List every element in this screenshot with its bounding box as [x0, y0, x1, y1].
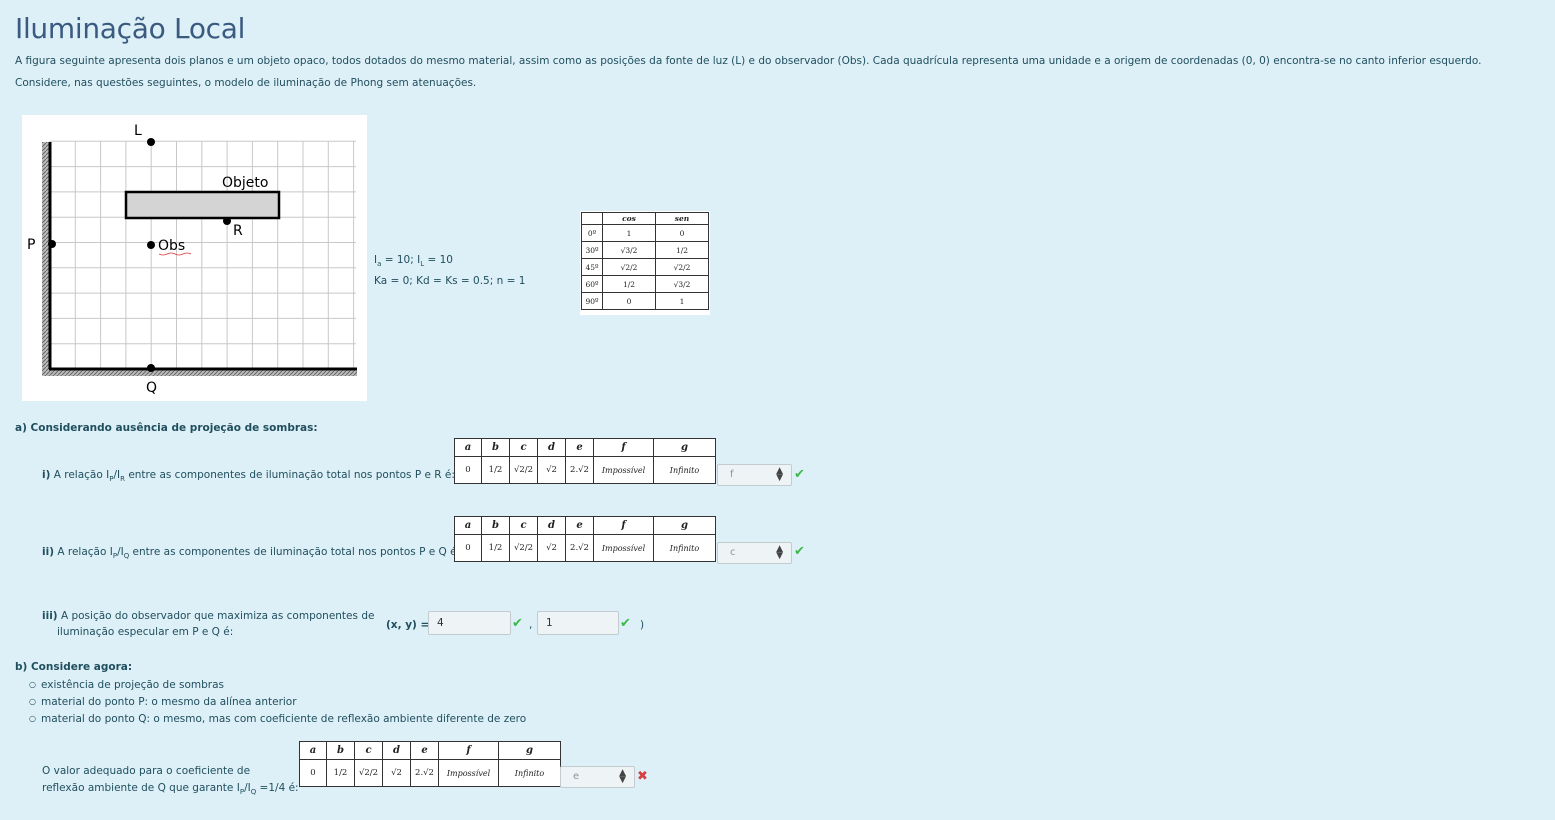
option-value: √2: [537, 534, 566, 562]
option-value: Impossível: [593, 534, 654, 562]
cross-icon: ✖: [637, 769, 648, 784]
question-ii: ii) A relação IP/IQ entre as componentes…: [42, 546, 461, 561]
y-input[interactable]: 1: [537, 611, 619, 635]
option-letter: a: [454, 516, 482, 535]
check-icon: ✔: [512, 616, 523, 631]
answer-select-i[interactable]: f ▲ ▼: [717, 464, 792, 486]
option-value: Impossível: [593, 456, 654, 484]
trig-table: cos sen 0º 1 0 30º √3/2 1/2 45º √2/2 √2/2 60º 1…: [580, 211, 710, 315]
option-value: Impossível: [438, 759, 499, 787]
trig-row: 45º √2/2 √2/2: [581, 258, 709, 276]
option-value: √2: [537, 456, 566, 484]
params-line-1: Ia = 10; IL = 10: [374, 254, 453, 269]
option-letter: g: [498, 741, 561, 760]
option-value: √2: [382, 759, 411, 787]
x-input[interactable]: 4: [428, 611, 511, 635]
option-letter: g: [653, 438, 716, 457]
intro-line-2: Considere, nas questões seguintes, o mod…: [15, 77, 477, 89]
option-letter: b: [326, 741, 355, 760]
option-letter: a: [299, 741, 327, 760]
question-b: O valor adequado para o coeficiente de r…: [42, 765, 299, 797]
scene-figure: L P Q R Obs Objeto: [22, 115, 367, 401]
option-value: √2/2: [509, 456, 538, 484]
option-letter: c: [509, 438, 538, 457]
point-q: [147, 364, 155, 372]
label-objeto: Objeto: [222, 175, 268, 191]
option-letter: b: [481, 516, 510, 535]
option-value: 2.√2: [565, 456, 594, 484]
light-point: [147, 138, 155, 146]
trig-row: 90º 0 1: [581, 292, 709, 310]
check-icon: ✔: [794, 544, 805, 559]
label-q: Q: [146, 380, 157, 396]
params-line-2: Ka = 0; Kd = Ks = 0.5; n = 1: [374, 275, 526, 288]
option-letter: g: [653, 516, 716, 535]
xy-close: ): [640, 619, 645, 631]
trig-row: 0º 1 0: [581, 224, 709, 242]
list-item: material do ponto Q: o mesmo, mas com co…: [29, 711, 526, 728]
option-letter: c: [354, 741, 383, 760]
option-letter: a: [454, 438, 482, 457]
check-icon: ✔: [620, 616, 631, 631]
option-value: 1/2: [481, 456, 510, 484]
intro-line-1: A figura seguinte apresenta dois planos …: [15, 55, 1482, 67]
option-value: Infinito: [498, 759, 561, 787]
options-table-ii: a b c d e f g 0 1/2 √2/2 √2 2.√2 Impossível Infinito: [454, 516, 716, 562]
trig-header: sen: [655, 212, 709, 225]
option-value: 2.√2: [565, 534, 594, 562]
section-b-heading: b) Considere agora:: [15, 661, 133, 673]
option-value: √2/2: [509, 534, 538, 562]
page-title: Iluminação Local: [15, 12, 246, 45]
list-item: material do ponto P: o mesmo da alínea a…: [29, 694, 526, 711]
options-table-b: a b c d e f g 0 1/2 √2/2 √2 2.√2 Impossível Infinito: [299, 741, 561, 787]
trig-header: [581, 212, 603, 225]
option-letter: e: [565, 438, 594, 457]
label-l: L: [134, 123, 142, 139]
section-a-heading: a) Considerando ausência de projeção de …: [15, 422, 318, 434]
option-letter: e: [410, 741, 439, 760]
object-box: [124, 190, 281, 220]
label-p: P: [27, 237, 35, 253]
option-letter: f: [438, 741, 499, 760]
option-letter: c: [509, 516, 538, 535]
option-value: 0: [454, 456, 482, 484]
option-letter: f: [593, 516, 654, 535]
option-value: 0: [454, 534, 482, 562]
question-iii: iii) A posição do observador que maximiz…: [42, 610, 375, 638]
option-value: Infinito: [653, 456, 716, 484]
option-letter: e: [565, 516, 594, 535]
answer-select-ii[interactable]: c ▲ ▼: [717, 542, 792, 564]
option-value: 0: [299, 759, 327, 787]
point-p: [48, 240, 56, 248]
question-i: i) A relação IP/IR entre as componentes …: [42, 469, 455, 484]
option-value: Infinito: [653, 534, 716, 562]
option-letter: f: [593, 438, 654, 457]
point-r: [223, 217, 231, 225]
conditions-list: existência de projeção de sombras materi…: [29, 677, 526, 728]
option-value: √2/2: [354, 759, 383, 787]
option-value: 1/2: [326, 759, 355, 787]
option-letter: d: [382, 741, 411, 760]
scene-diagram: L P Q R Obs Objeto: [27, 123, 357, 396]
illumination-params: Ia = 10; IL = 10 Ka = 0; Kd = Ks = 0.5; …: [374, 252, 525, 290]
option-letter: b: [481, 438, 510, 457]
label-r: R: [233, 223, 243, 239]
option-value: 2.√2: [410, 759, 439, 787]
observer-point: [147, 241, 155, 249]
label-obs: Obs: [158, 238, 185, 254]
list-item: existência de projeção de sombras: [29, 677, 526, 694]
trig-row: 30º √3/2 1/2: [581, 241, 709, 259]
trig-header: cos: [602, 212, 656, 225]
xy-separator: ,: [529, 619, 533, 631]
trig-row: 60º 1/2 √3/2: [581, 275, 709, 293]
option-value: 1/2: [481, 534, 510, 562]
options-table-i: a b c d e f g 0 1/2 √2/2 √2 2.√2 Impossível Infinito: [454, 438, 716, 484]
check-icon: ✔: [794, 467, 805, 482]
option-letter: d: [537, 516, 566, 535]
option-letter: d: [537, 438, 566, 457]
answer-select-b[interactable]: e ▲ ▼: [560, 766, 635, 788]
